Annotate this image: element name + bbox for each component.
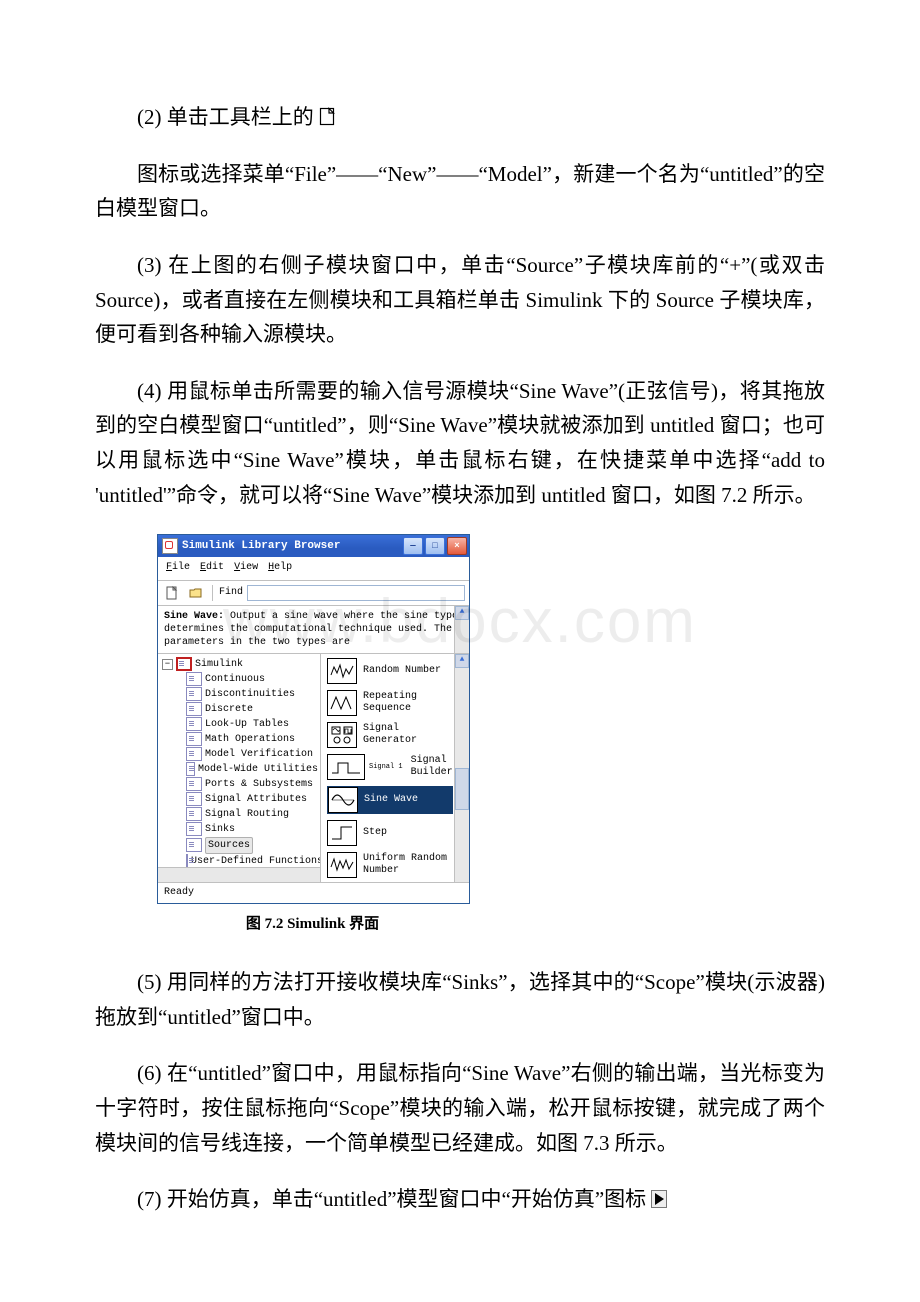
app-icon (162, 538, 178, 554)
sublibrary-icon (186, 672, 202, 686)
browser-body: − Simulink Continuous Discontinuities Di… (158, 654, 469, 882)
signal-builder-extra: Signal 1 (369, 763, 403, 771)
block-list-pane: Random Number Repeating Sequence (321, 654, 469, 882)
library-icon (176, 657, 192, 671)
menu-help[interactable]: Help (266, 559, 294, 578)
tree-item-ports-subsystems[interactable]: Ports & Subsystems (160, 777, 318, 792)
block-repeating-sequence[interactable]: Repeating Sequence (327, 690, 453, 716)
simulink-library-browser-window: Simulink Library Browser — □ × File Edit… (157, 534, 470, 904)
paragraph-2-pre: (2) 单击工具栏上的 (137, 105, 314, 129)
block-random-number[interactable]: Random Number (327, 658, 453, 684)
block-label: Step (363, 827, 453, 839)
sublibrary-icon (186, 792, 202, 806)
document-page: (2) 单击工具栏上的 图标或选择菜单“File”——“New”——“Model… (0, 0, 920, 1279)
block-label: Signal Generator (363, 723, 453, 747)
paragraph-5: (4) 用鼠标单击所需要的输入信号源模块“Sine Wave”(正弦信号)，将其… (95, 374, 825, 513)
figure-7-2: Simulink Library Browser — □ × File Edit… (157, 534, 825, 904)
menu-edit[interactable]: Edit (198, 559, 226, 578)
sine-wave-icon (328, 787, 358, 813)
sublibrary-icon (186, 807, 202, 821)
block-signal-generator[interactable]: Signal Generator (327, 722, 453, 748)
block-label: Sine Wave (364, 794, 452, 806)
sublibrary-icon (186, 747, 202, 761)
tree-item-signal-attributes[interactable]: Signal Attributes (160, 792, 318, 807)
paragraph-8: (7) 开始仿真，单击“untitled”模型窗口中“开始仿真”图标 (95, 1182, 825, 1217)
tree-root-label: Simulink (195, 657, 243, 672)
menubar: File Edit View Help (158, 557, 469, 581)
scroll-up-icon[interactable]: ▲ (455, 654, 469, 668)
tree-item-sources[interactable]: Sources (160, 837, 318, 854)
block-label: Random Number (363, 665, 453, 677)
step-icon (327, 820, 357, 846)
window-title: Simulink Library Browser (182, 537, 403, 555)
window-titlebar: Simulink Library Browser — □ × (158, 535, 469, 557)
scroll-up-icon[interactable]: ▲ (455, 606, 469, 620)
tree-item-signal-routing[interactable]: Signal Routing (160, 807, 318, 822)
tree-item-lookup-tables[interactable]: Look-Up Tables (160, 717, 318, 732)
toolbar-open-icon[interactable] (186, 583, 206, 603)
block-signal-builder[interactable]: Signal 1 Signal Builder (327, 754, 453, 780)
block-label: Signal Builder (411, 755, 453, 779)
paragraph-6: (5) 用同样的方法打开接收模块库“Sinks”，选择其中的“Scope”模块(… (95, 965, 825, 1034)
find-input[interactable] (247, 585, 465, 601)
menu-file[interactable]: File (164, 559, 192, 578)
toolbar-new-icon[interactable] (162, 583, 182, 603)
block-step[interactable]: Step (327, 820, 453, 846)
start-simulation-icon (651, 1190, 667, 1208)
new-document-icon (319, 107, 336, 126)
list-v-scrollbar[interactable]: ▲ (454, 654, 469, 882)
paragraph-7: (6) 在“untitled”窗口中，用鼠标指向“Sine Wave”右侧的输出… (95, 1056, 825, 1160)
status-text: Ready (164, 887, 194, 898)
minimize-button[interactable]: — (403, 537, 423, 555)
paragraph-3: 图标或选择菜单“File”——“New”——“Model”，新建一个名为“unt… (95, 157, 825, 226)
sublibrary-icon (186, 777, 202, 791)
block-uniform-random-number[interactable]: Uniform Random Number (327, 852, 453, 878)
block-sine-wave[interactable]: Sine Wave (327, 786, 453, 814)
paragraph-4: (3) 在上图的右侧子模块窗口中，单击“Source”子模块库前的“+”(或双击… (95, 248, 825, 352)
tree-item-model-wide-utilities[interactable]: Model-Wide Utilities (160, 762, 318, 777)
toolbar-separator (212, 585, 213, 601)
block-label: Uniform Random Number (363, 853, 453, 877)
sublibrary-icon (186, 717, 202, 731)
block-description: Sine Wave: Output a sine wave where the … (158, 606, 469, 654)
toolbar: Find (158, 581, 469, 606)
menu-view[interactable]: View (232, 559, 260, 578)
figure-caption: 图 7.2 Simulink 界面 (157, 912, 468, 937)
statusbar: Ready (158, 882, 469, 904)
paragraph-2: (2) 单击工具栏上的 (95, 100, 825, 135)
sublibrary-icon (186, 687, 202, 701)
sublibrary-icon (186, 732, 202, 746)
signal-generator-icon (327, 722, 357, 748)
library-tree: − Simulink Continuous Discontinuities Di… (158, 654, 321, 882)
tree-item-continuous[interactable]: Continuous (160, 672, 318, 687)
find-label: Find (219, 585, 243, 602)
scroll-thumb[interactable] (455, 768, 469, 810)
sublibrary-icon (186, 762, 195, 776)
sublibrary-icon (186, 702, 202, 716)
collapse-icon[interactable]: − (162, 659, 173, 670)
window-buttons: — □ × (403, 537, 467, 555)
desc-scrollbar[interactable]: ▲ (454, 606, 469, 653)
tree-item-math-operations[interactable]: Math Operations (160, 732, 318, 747)
tree-item-model-verification[interactable]: Model Verification (160, 747, 318, 762)
repeating-sequence-icon (327, 690, 357, 716)
tree-item-sinks[interactable]: Sinks (160, 822, 318, 837)
signal-builder-icon (327, 754, 365, 780)
paragraph-8-pre: (7) 开始仿真，单击“untitled”模型窗口中“开始仿真”图标 (137, 1187, 646, 1211)
uniform-random-icon (327, 852, 357, 878)
sublibrary-icon (186, 838, 202, 852)
tree-item-discrete[interactable]: Discrete (160, 702, 318, 717)
desc-name: Sine Wave: (164, 611, 224, 622)
sublibrary-icon (186, 822, 202, 836)
tree-item-discontinuities[interactable]: Discontinuities (160, 687, 318, 702)
close-button[interactable]: × (447, 537, 467, 555)
tree-root-simulink[interactable]: − Simulink (160, 657, 318, 672)
block-label: Repeating Sequence (363, 691, 453, 715)
random-number-icon (327, 658, 357, 684)
maximize-button[interactable]: □ (425, 537, 445, 555)
tree-h-scrollbar[interactable] (158, 867, 320, 882)
